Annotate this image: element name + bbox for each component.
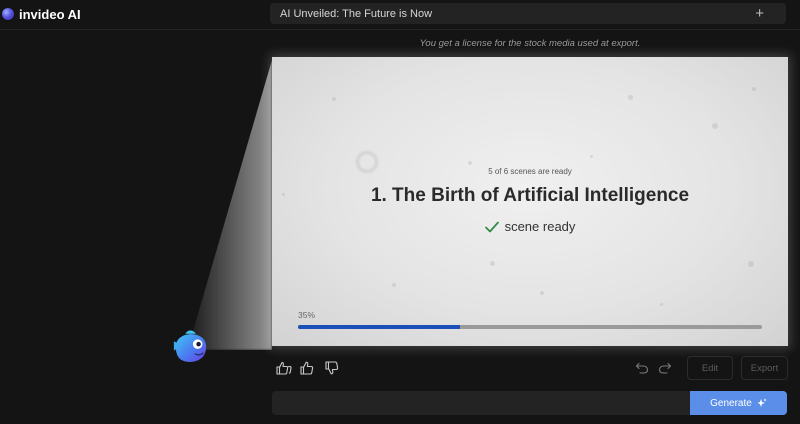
project-title: AI Unveiled: The Future is Now bbox=[280, 7, 433, 20]
plus-icon[interactable]: + bbox=[755, 5, 764, 22]
generate-label: Generate bbox=[710, 397, 752, 409]
scene-ready-indicator: scene ready bbox=[272, 219, 788, 234]
prompt-input[interactable] bbox=[272, 391, 690, 415]
background-speck bbox=[748, 261, 754, 267]
thumbs-up-double-icon[interactable] bbox=[276, 360, 292, 376]
export-button[interactable]: Export bbox=[741, 356, 788, 380]
checkmark-icon bbox=[484, 221, 499, 232]
undo-icon[interactable] bbox=[634, 360, 650, 376]
progress-bar bbox=[298, 325, 762, 329]
edit-button[interactable]: Edit bbox=[687, 356, 733, 380]
preview-toolbar: Edit Export bbox=[272, 356, 788, 380]
video-preview: 5 of 6 scenes are ready 1. The Birth of … bbox=[272, 57, 788, 346]
app-name: invideo AI bbox=[19, 6, 81, 22]
background-speck bbox=[712, 123, 718, 129]
thumbs-down-icon[interactable] bbox=[324, 360, 340, 376]
sparkle-icon bbox=[757, 398, 767, 407]
thumbs-up-icon[interactable] bbox=[299, 360, 315, 376]
background-speck bbox=[540, 291, 544, 295]
background-speck bbox=[392, 283, 396, 287]
background-speck bbox=[628, 95, 633, 100]
projection-beam bbox=[190, 60, 272, 350]
background-speck bbox=[332, 97, 336, 101]
brand[interactable]: invideo AI bbox=[2, 5, 81, 23]
scene-title: 1. The Birth of Artificial Intelligence bbox=[370, 185, 690, 206]
license-note: You get a license for the stock media us… bbox=[419, 38, 641, 49]
project-title-field[interactable]: AI Unveiled: The Future is Now + bbox=[270, 3, 786, 24]
scene-ready-label: scene ready bbox=[504, 219, 576, 234]
scene-status-text: 5 of 6 scenes are ready bbox=[488, 167, 572, 176]
background-speck bbox=[752, 87, 756, 91]
progress-percent: 35% bbox=[298, 310, 316, 320]
background-speck bbox=[490, 261, 495, 266]
invideo-logo-icon bbox=[2, 8, 14, 20]
mascot-fish-icon bbox=[173, 330, 207, 362]
progress-bar-fill bbox=[298, 325, 461, 329]
top-bar: invideo AI AI Unveiled: The Future is No… bbox=[0, 0, 800, 30]
generate-button[interactable]: Generate bbox=[690, 391, 787, 415]
background-speck bbox=[468, 161, 472, 165]
background-speck bbox=[590, 155, 593, 158]
background-speck bbox=[660, 303, 663, 306]
redo-icon[interactable] bbox=[657, 360, 673, 376]
